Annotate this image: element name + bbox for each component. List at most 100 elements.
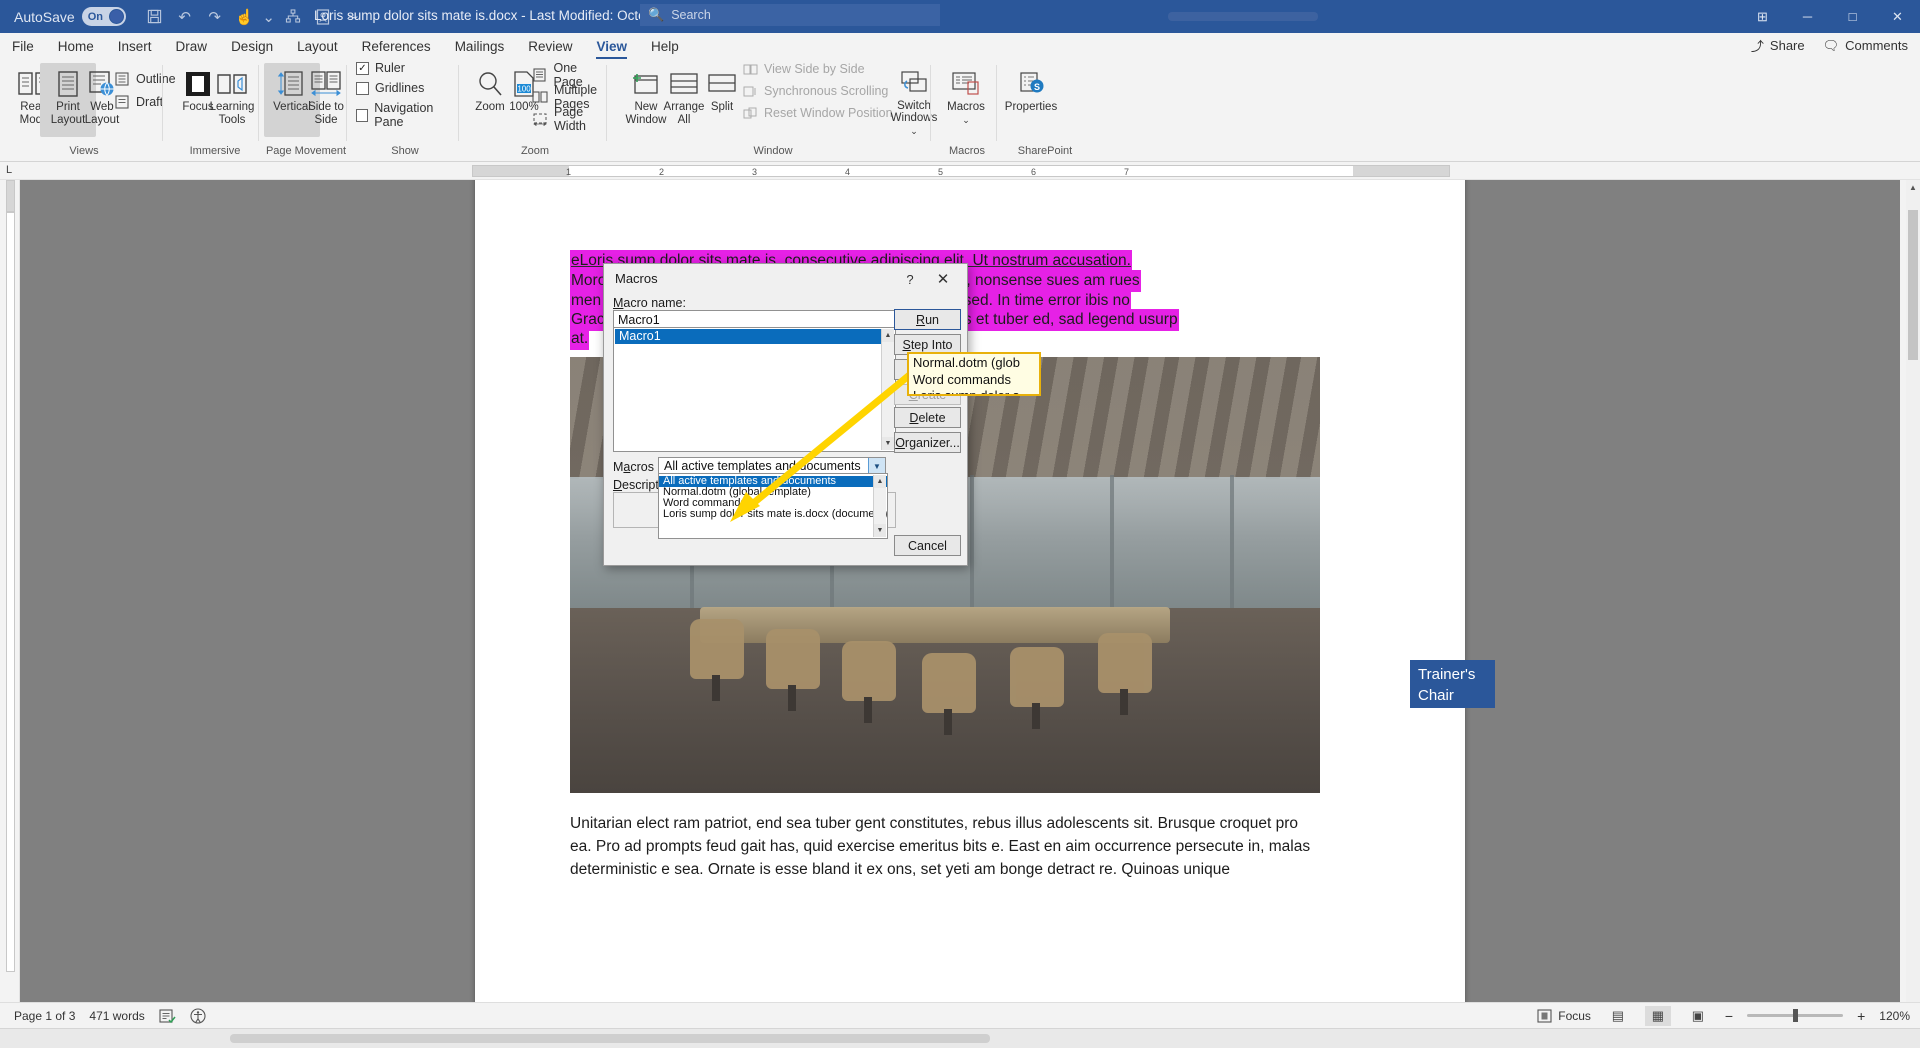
qat-dropdown-icon[interactable]: ⌄ xyxy=(262,4,276,30)
run-button[interactable]: Run xyxy=(894,309,961,330)
tab-help[interactable]: Help xyxy=(639,35,691,59)
delete-button[interactable]: Delete xyxy=(894,407,961,428)
image-callout: Trainer's Chair xyxy=(1410,660,1495,708)
ribbon-display-options-icon[interactable]: ⊞ xyxy=(1740,0,1785,33)
share-button[interactable]: ⤴ Share xyxy=(1751,36,1805,55)
scroll-up-icon[interactable]: ▲ xyxy=(1906,180,1920,194)
synchronous-scrolling-item[interactable]: Synchronous Scrolling xyxy=(742,83,888,99)
macro-list[interactable]: Macro1 ▲ ▼ xyxy=(613,327,896,452)
save-icon[interactable] xyxy=(142,4,168,30)
draft-view-item[interactable]: Draft xyxy=(114,94,163,110)
ruler-track[interactable]: 1 2 3 4 5 6 7 xyxy=(472,165,1450,177)
macro-list-item[interactable]: Macro1 xyxy=(615,329,881,344)
gridlines-checkbox-row[interactable]: Gridlines xyxy=(356,81,424,95)
page-indicator[interactable]: Page 1 of 3 xyxy=(14,1009,75,1023)
navigation-pane-checkbox[interactable] xyxy=(356,108,369,122)
reset-window-position-item[interactable]: Reset Window Position xyxy=(742,105,893,121)
synchronous-scrolling-label: Synchronous Scrolling xyxy=(764,84,889,98)
outline-view-item[interactable]: Outline xyxy=(114,71,176,87)
chevron-down-icon[interactable]: ⌄ xyxy=(962,114,970,127)
maximize-button[interactable]: □ xyxy=(1830,0,1875,33)
scroll-up-icon[interactable]: ▲ xyxy=(882,329,894,342)
macros-button[interactable]: Macros ⌄ xyxy=(938,63,994,137)
svg-text:100: 100 xyxy=(517,85,531,94)
print-layout-view-button[interactable]: ▦ xyxy=(1644,1005,1671,1026)
group-separator xyxy=(346,65,347,141)
cancel-button[interactable]: Cancel xyxy=(894,535,961,556)
tab-review[interactable]: Review xyxy=(516,35,584,59)
tab-view[interactable]: View xyxy=(584,35,639,59)
autosave-toggle[interactable]: On xyxy=(81,7,126,26)
group-separator xyxy=(930,65,931,141)
chevron-down-icon[interactable]: ⌄ xyxy=(910,125,918,138)
zoom-slider-handle[interactable] xyxy=(1793,1009,1799,1022)
organization-chart-icon[interactable] xyxy=(280,4,306,30)
comments-button[interactable]: 🗨 Comments xyxy=(1823,38,1908,54)
view-side-by-side-item[interactable]: View Side by Side xyxy=(742,61,865,77)
zoom-out-button[interactable]: − xyxy=(1725,1008,1733,1024)
view-side-by-side-icon xyxy=(742,61,758,77)
redo-icon[interactable]: ↷ xyxy=(202,4,228,30)
ruler-top-margin xyxy=(6,180,15,212)
tab-references[interactable]: References xyxy=(350,35,443,59)
zoom-level[interactable]: 120% xyxy=(1879,1009,1910,1023)
tab-stop-selector[interactable]: L xyxy=(6,164,12,176)
tab-insert[interactable]: Insert xyxy=(106,35,164,59)
macro-list-scrollbar[interactable]: ▲ ▼ xyxy=(881,329,894,450)
zoom-in-button[interactable]: + xyxy=(1857,1008,1865,1024)
macros-in-dropdown-list[interactable]: All active templates and documents Norma… xyxy=(658,473,888,539)
ruler-checkbox[interactable]: ✓ xyxy=(356,61,369,75)
proofing-icon[interactable] xyxy=(159,1008,176,1024)
tab-file[interactable]: File xyxy=(0,35,46,59)
help-icon[interactable]: ? xyxy=(899,269,921,289)
scroll-down-icon[interactable]: ▼ xyxy=(882,437,894,450)
minimize-button[interactable]: ─ xyxy=(1785,0,1830,33)
ribbon-group-show: ✓ Ruler Gridlines Navigation Pane Show xyxy=(350,59,460,159)
window-drag-handle[interactable] xyxy=(1168,12,1318,21)
vertical-ruler[interactable] xyxy=(0,180,20,1028)
document-scrollbar[interactable]: ▲ ▼ xyxy=(1906,180,1920,1028)
read-mode-view-button[interactable]: ▤ xyxy=(1605,1006,1631,1026)
tab-layout[interactable]: Layout xyxy=(285,35,350,59)
ribbon-tabs: File Home Insert Draw Design Layout Refe… xyxy=(0,33,1920,59)
scroll-up-icon[interactable]: ▲ xyxy=(874,475,886,488)
search-box[interactable]: 🔍 Search xyxy=(640,4,940,26)
macro-name-value: Macro1 xyxy=(618,312,660,327)
ribbon-right-actions: ⤴ Share 🗨 Comments xyxy=(1751,36,1908,55)
focus-mode-button[interactable]: Focus xyxy=(1537,1009,1591,1023)
chevron-down-icon[interactable]: ▼ xyxy=(868,458,885,474)
ribbon-group-zoom: Zoom 100 100% One Page Multiple Pages Pa… xyxy=(462,59,608,159)
zoom-group-label: Zoom xyxy=(520,145,550,157)
properties-button[interactable]: S Properties xyxy=(1000,63,1062,137)
scrollbar-thumb[interactable] xyxy=(1908,210,1918,360)
close-button[interactable]: ✕ xyxy=(1875,0,1920,33)
ruler-checkbox-row[interactable]: ✓ Ruler xyxy=(356,61,405,75)
learning-tools-button[interactable]: Learning Tools xyxy=(204,63,260,137)
navigation-pane-checkbox-row[interactable]: Navigation Pane xyxy=(356,101,460,129)
view-side-by-side-label: View Side by Side xyxy=(764,62,865,76)
autosave-control[interactable]: AutoSave On xyxy=(14,7,126,26)
word-count[interactable]: 471 words xyxy=(89,1009,144,1023)
dropdown-option-document[interactable]: Loris sump dolor sits mate is.docx (docu… xyxy=(659,509,887,520)
zoom-slider[interactable] xyxy=(1747,1009,1844,1022)
scroll-down-icon[interactable]: ▼ xyxy=(874,524,886,537)
close-icon[interactable]: ✕ xyxy=(931,269,955,289)
page-width-item[interactable]: Page Width xyxy=(532,105,608,133)
tab-draw[interactable]: Draw xyxy=(164,35,220,59)
touch-mode-icon[interactable]: ☝ xyxy=(232,4,258,30)
body-paragraph[interactable]: Unitarian elect ram patriot, end sea tub… xyxy=(570,812,1320,881)
page-width-icon xyxy=(532,111,548,127)
accessibility-icon[interactable] xyxy=(190,1007,206,1024)
web-layout-view-button[interactable]: ▣ xyxy=(1685,1006,1711,1026)
tab-design[interactable]: Design xyxy=(219,35,285,59)
organizer-button[interactable]: Organizer... xyxy=(894,432,961,453)
gridlines-checkbox[interactable] xyxy=(356,81,369,95)
tab-home[interactable]: Home xyxy=(46,35,106,59)
document-title-bar[interactable]: Loris sump dolor sits mate is.docx - Las… xyxy=(314,8,693,23)
search-icon: 🔍 xyxy=(648,7,665,22)
horizontal-ruler[interactable]: 1 2 3 4 5 6 7 xyxy=(0,162,1920,180)
tab-mailings[interactable]: Mailings xyxy=(443,35,517,59)
undo-icon[interactable]: ↶ xyxy=(172,4,198,30)
dropdown-scrollbar[interactable]: ▲ ▼ xyxy=(873,475,886,537)
horizontal-scrollbar[interactable] xyxy=(230,1034,990,1043)
